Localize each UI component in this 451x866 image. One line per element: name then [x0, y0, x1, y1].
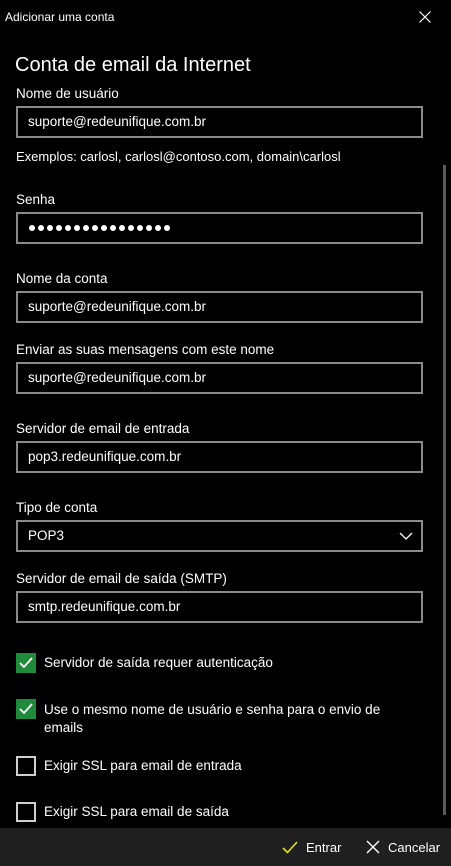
checkmark-icon [282, 840, 298, 854]
account-type-select[interactable]: POP3 [16, 520, 423, 552]
page-title: Conta de email da Internet [15, 54, 251, 76]
ssl-outgoing-checkbox[interactable] [16, 802, 36, 822]
password-mask-dot [146, 225, 152, 231]
outgoing-server-value: smtp.redeunifique.com.br [28, 599, 181, 614]
ssl-outgoing-label: Exigir SSL para email de saída [44, 804, 229, 819]
same-credentials-label: Use o mesmo nome de usuário e senha para… [44, 702, 381, 735]
outgoing-server-label: Servidor de email de saída (SMTP) [16, 571, 227, 586]
username-hint: Exemplos: carlosl, carlosl@contoso.com, … [16, 149, 341, 164]
outgoing-auth-checkbox[interactable] [16, 653, 36, 673]
incoming-server-label: Servidor de email de entrada [16, 421, 190, 436]
password-mask-dot [83, 225, 89, 231]
ssl-incoming-checkbox[interactable] [16, 756, 36, 776]
chevron-down-icon [399, 532, 413, 540]
vertical-scrollbar[interactable] [443, 165, 446, 815]
account-type-label: Tipo de conta [16, 500, 98, 515]
add-account-window: Adicionar uma conta Conta de email da In… [0, 0, 451, 866]
ssl-incoming-label: Exigir SSL para email de entrada [44, 758, 242, 773]
password-mask-dot [74, 225, 80, 231]
sender-name-label: Enviar as suas mensagens com este nome [16, 342, 275, 357]
password-mask-dot [47, 225, 53, 231]
account-name-field[interactable]: suporte@redeunifique.com.br [16, 291, 423, 323]
title-bar: Adicionar uma conta [0, 0, 451, 34]
password-mask-dot [128, 225, 134, 231]
account-name-label: Nome da conta [16, 271, 108, 286]
password-mask-dot [92, 225, 98, 231]
close-button[interactable] [412, 4, 438, 30]
username-label: Nome de usuário [16, 86, 119, 101]
password-mask-dot [155, 225, 161, 231]
username-value: suporte@redeunifique.com.br [28, 114, 207, 129]
password-mask-dot [119, 225, 125, 231]
footer-bar: Entrar Cancelar [0, 828, 451, 866]
password-label: Senha [16, 192, 56, 207]
outgoing-server-field[interactable]: smtp.redeunifique.com.br [16, 591, 423, 623]
sign-in-button[interactable]: Entrar [282, 828, 341, 866]
password-mask-dot [110, 225, 116, 231]
window-title: Adicionar uma conta [5, 10, 115, 24]
cancel-button[interactable]: Cancelar [366, 828, 440, 866]
same-credentials-checkbox[interactable] [16, 699, 36, 719]
account-type-value: POP3 [28, 528, 65, 543]
outgoing-auth-label: Servidor de saída requer autenticação [44, 655, 273, 670]
sender-name-value: suporte@redeunifique.com.br [28, 370, 207, 385]
close-icon [419, 11, 431, 23]
username-field[interactable]: suporte@redeunifique.com.br [16, 106, 423, 138]
sign-in-label: Entrar [306, 839, 342, 855]
password-mask-dot [137, 225, 143, 231]
cancel-label: Cancelar [388, 839, 441, 855]
checkmark-icon [19, 703, 33, 715]
password-field[interactable] [16, 212, 423, 244]
password-mask-dot [65, 225, 71, 231]
account-name-value: suporte@redeunifique.com.br [28, 299, 207, 314]
password-mask-dot [56, 225, 62, 231]
password-mask-dot [38, 225, 44, 231]
checkmark-icon [19, 657, 33, 669]
password-mask [29, 225, 170, 231]
password-mask-dot [101, 225, 107, 231]
sender-name-field[interactable]: suporte@redeunifique.com.br [16, 362, 423, 394]
close-icon [366, 840, 380, 854]
password-mask-dot [29, 225, 35, 231]
password-mask-dot [164, 225, 170, 231]
incoming-server-value: pop3.redeunifique.com.br [28, 449, 182, 464]
incoming-server-field[interactable]: pop3.redeunifique.com.br [16, 441, 423, 473]
